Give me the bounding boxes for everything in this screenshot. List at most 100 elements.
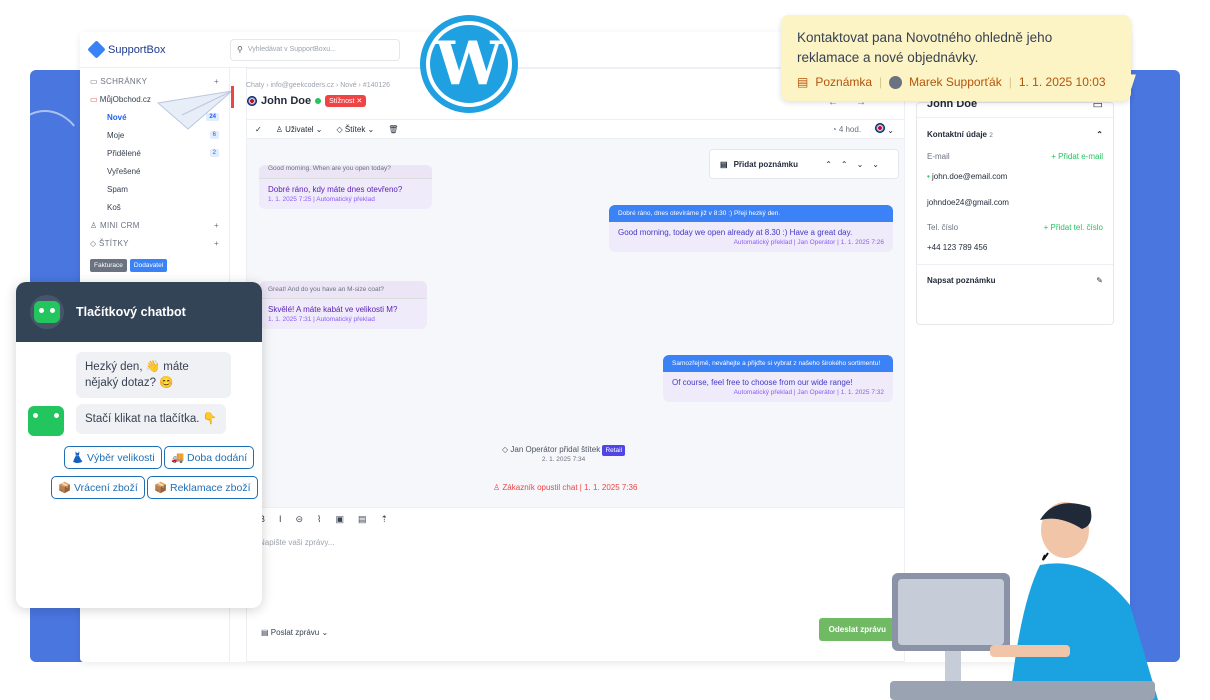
- tag-added-event: ◇ Jan Operátor přidal štítek Retail 2. 1…: [502, 445, 626, 463]
- event-text: Jan Operátor přidal štítek: [510, 445, 601, 454]
- divider: [917, 264, 1113, 265]
- add-tag-icon[interactable]: +: [214, 239, 219, 248]
- robot-icon: [34, 301, 60, 323]
- add-phone-link[interactable]: + Přidat tel. číslo: [1044, 223, 1103, 232]
- search-placeholder: Vyhledávat v SupportBoxu...: [247, 46, 336, 53]
- chat-toolbar: ✓ ♙ Uživatel ⌄ ◇ Štítek ⌄ 🗑 ◔ 4 hod. ⌄: [247, 119, 904, 139]
- sidebar-section-tags[interactable]: ◇ ŠTÍTKY +: [80, 234, 229, 252]
- message-text: Of course, feel free to choose from our …: [672, 378, 853, 387]
- note-nav-icons[interactable]: ⌃⌃⌄⌄: [825, 160, 888, 169]
- wordpress-w-icon: W: [426, 21, 512, 107]
- add-email-link[interactable]: + Přidat e-mail: [1051, 152, 1103, 161]
- sidebar-item-spam[interactable]: Spam: [80, 180, 229, 198]
- email-value: johndoe24@gmail.com: [927, 198, 1009, 207]
- email-label: E-mail: [927, 152, 950, 161]
- tag-dropdown[interactable]: ◇ Štítek ⌄: [337, 125, 375, 134]
- edit-note-icon[interactable]: ✎: [1096, 276, 1103, 285]
- count-badge: 2: [209, 149, 219, 157]
- message-operator-2: Samozřejmě, neváhejte a přijďte si vybra…: [663, 355, 893, 402]
- sidebar-item-resolved[interactable]: Vyřešené: [80, 162, 229, 180]
- sidebar-item-label: Vyřešené: [107, 166, 141, 176]
- online-status-icon: [315, 98, 322, 104]
- sidebar-item-trash[interactable]: Koš: [80, 198, 229, 216]
- note-date: 1. 1. 2025 10:03: [1018, 75, 1106, 89]
- quick-reply-complaints[interactable]: 📦 Reklamace zboží: [147, 476, 258, 499]
- section-title: Kontaktní údaje: [927, 130, 988, 139]
- message-text: Dobré ráno, kdy máte dnes otevřeno?: [268, 185, 403, 194]
- sidebar-section-label: SCHRÁNKY: [100, 76, 148, 86]
- email-row: E-mail + Přidat e-mail: [927, 152, 1103, 161]
- complaint-badge[interactable]: Stížnost ✕: [325, 95, 367, 107]
- email-secondary[interactable]: johndoe24@gmail.com: [927, 198, 1103, 207]
- chevron-up-icon[interactable]: ⌃: [1096, 130, 1103, 139]
- message-customer-1: Good morning. When are you open today? D…: [259, 165, 432, 209]
- wordpress-logo-icon: W: [420, 15, 518, 113]
- note-author: Marek Supporťák: [909, 75, 1002, 89]
- note-icon: ▤: [720, 159, 728, 169]
- contact-section-header[interactable]: Kontaktní údaje 2 ⌃: [927, 130, 1103, 139]
- chatbot-avatar: [30, 295, 64, 329]
- logo-text: SupportBox: [108, 43, 166, 56]
- divider: [917, 117, 1113, 118]
- chatbot-title: Tlačítkový chatbot: [76, 305, 186, 319]
- separator: |: [1008, 75, 1012, 89]
- trash-icon[interactable]: 🗑: [388, 125, 398, 134]
- message-quote: Good morning. When are you open today?: [259, 165, 432, 179]
- send-button[interactable]: Odeslat zprávu: [818, 618, 896, 641]
- chat-panel: Chaty › info@geekcoders.cz › Nové › #140…: [246, 68, 905, 662]
- message-meta: 1. 1. 2025 7:31 | Automatický překlad: [268, 316, 375, 323]
- unread-marker: [231, 86, 234, 108]
- sidebar-item-label: Přidělené: [107, 148, 141, 158]
- tag-supplier[interactable]: Dodavatel: [129, 259, 168, 272]
- phone-value-row[interactable]: +44 123 789 456: [927, 243, 1103, 252]
- email-primary[interactable]: • john.doe@email.com: [927, 172, 1103, 181]
- note-text: Kontaktovat pana Novotného ohledně jeho …: [797, 30, 1053, 65]
- logo[interactable]: SupportBox: [80, 40, 230, 59]
- format-toolbar-icons[interactable]: BI⊝⌇▣▤⇡: [259, 514, 402, 525]
- sidebar-section-crm[interactable]: ♙ MINI CRM +: [80, 216, 229, 234]
- event-time: 2. 1. 2025 7:34: [541, 456, 586, 463]
- uk-flag-icon: [875, 123, 886, 133]
- customer-name: John Doe: [261, 95, 312, 107]
- tag-invoicing[interactable]: Fakturace: [90, 259, 127, 272]
- message-meta: 1. 1. 2025 7:25 | Automatický překlad: [268, 196, 375, 203]
- sidebar-item-label: MůjObchod.cz: [99, 94, 151, 104]
- chat-title: John Doe Stížnost ✕: [247, 95, 367, 107]
- assign-user-dropdown[interactable]: ♙ Uživatel ⌄: [276, 125, 323, 134]
- quick-reply-size[interactable]: 👗 Výběr velikosti: [64, 446, 162, 469]
- quick-reply-delivery[interactable]: 🚚 Doba dodání: [164, 446, 255, 469]
- chat-icon: ▭: [90, 94, 100, 104]
- tag-dropdown-label: Štítek: [344, 124, 366, 134]
- sidebar-item-assigned[interactable]: Přidělené 2: [80, 144, 229, 162]
- breadcrumb[interactable]: Chaty › info@geekcoders.cz › Nové › #140…: [246, 82, 390, 89]
- quick-reply-returns[interactable]: 📦 Vrácení zboží: [51, 476, 145, 499]
- sidebar-item-label: Moje: [107, 130, 125, 140]
- note-kind: Poznámka: [815, 75, 873, 89]
- user-left-icon: ♙: [493, 483, 503, 492]
- uk-flag-icon: [247, 96, 257, 106]
- phone-row: Tel. číslo + Přidat tel. číslo: [927, 223, 1103, 232]
- message-operator-1: Dobré ráno, dnes otevíráme již v 8:30 :)…: [609, 205, 893, 252]
- contact-panel: John Doe ▭ Kontaktní údaje 2 ⌃ E-mail + Při…: [916, 98, 1114, 325]
- bot-message-2: Stačí klikat na tlačítka. 👇: [76, 404, 226, 434]
- sidebar-section-label: ŠTÍTKY: [98, 238, 129, 248]
- write-note-row[interactable]: Napsat poznámku ✎: [927, 276, 1103, 285]
- message-meta: Automatický překlad | Jan Operátor | 1. …: [733, 389, 884, 396]
- screenshot-stage: SupportBox ⚲ Vyhledávat v SupportBoxu... …: [0, 0, 1210, 700]
- send-mode-label: Poslat zprávu: [270, 628, 320, 637]
- message-quote: Dobré ráno, dnes otevíráme již v 8:30 :)…: [609, 205, 893, 222]
- add-crm-icon[interactable]: +: [214, 221, 219, 230]
- support-agent-illustration: [890, 502, 1158, 700]
- assign-user-label: Uživatel: [285, 124, 314, 134]
- avatar-icon: [889, 75, 903, 89]
- language-dropdown[interactable]: ⌄: [875, 123, 894, 135]
- send-mode-dropdown[interactable]: ▤ Poslat zprávu ⌄: [261, 628, 328, 637]
- message-meta: Automatický překlad | Jan Operátor | 1. …: [733, 239, 884, 246]
- search-input[interactable]: ⚲ Vyhledávat v SupportBoxu...: [230, 38, 400, 61]
- bot-message-1: Hezký den, 👋 máte nějaký dotaz? 😊: [76, 352, 231, 398]
- message-customer-2: Great! And do you have an M-size coat? S…: [259, 281, 427, 329]
- check-icon[interactable]: ✓: [255, 125, 262, 134]
- add-note-bar[interactable]: ▤ Přidat poznámku ⌃⌃⌄⌄: [709, 149, 899, 179]
- message-input[interactable]: Napište vaši zprávy...: [259, 538, 334, 547]
- sidebar-section-label: MINI CRM: [100, 220, 140, 230]
